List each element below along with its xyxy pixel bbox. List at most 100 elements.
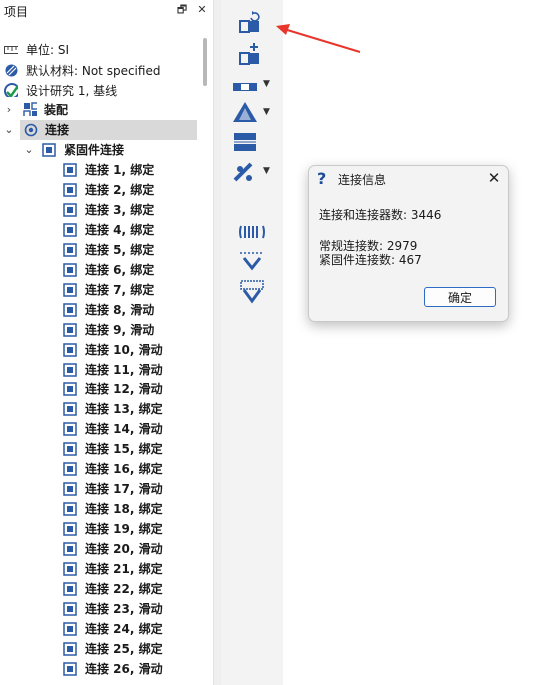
- connection-list-item[interactable]: 连接 12, 滑动: [0, 379, 200, 399]
- fastener-connections-text: 紧固件连接数: 467: [319, 253, 422, 267]
- connection-info-dialog: ? 连接信息 ✕ 连接和连接器数: 3446 常规连接数: 2979 紧固件连接…: [308, 165, 509, 322]
- connection-list-item[interactable]: 连接 8, 滑动: [0, 300, 200, 320]
- beam-connector-icon[interactable]: [231, 75, 259, 99]
- refresh-connections-icon[interactable]: [238, 10, 266, 34]
- connection-list-item[interactable]: 连接 26, 滑动: [0, 659, 200, 679]
- fastener-icon: [63, 163, 77, 177]
- weld-connector-icon[interactable]: [231, 100, 259, 124]
- graphics-canvas[interactable]: [283, 0, 539, 685]
- close-icon[interactable]: ✕: [485, 168, 503, 188]
- connection-list-item[interactable]: 连接 15, 绑定: [0, 439, 200, 459]
- connection-list-item[interactable]: 连接 5, 绑定: [0, 240, 200, 260]
- fastener-icon: [63, 342, 77, 357]
- fastener-tool-icon[interactable]: [231, 160, 259, 184]
- connection-item-label: 连接 5, 绑定: [85, 242, 155, 257]
- connection-list-item[interactable]: 连接 20, 滑动: [0, 539, 200, 559]
- fastener-icon: [63, 263, 77, 277]
- connection-list-item[interactable]: 连接 2, 绑定: [0, 180, 200, 200]
- connection-item-label: 连接 1, 绑定: [85, 163, 155, 177]
- connection-list-item[interactable]: 连接 16, 绑定: [0, 459, 200, 479]
- connection-item-label: 连接 20, 滑动: [85, 542, 163, 557]
- close-panel-icon[interactable]: ✕: [194, 2, 210, 18]
- project-tree-panel: 项目 🗗 ✕ 单位: SI 默认材料: Not specified 设计研究 1…: [0, 0, 213, 685]
- tree-item-units[interactable]: 单位: SI: [0, 40, 200, 60]
- connection-item-label: 连接 15, 绑定: [85, 442, 163, 457]
- connection-item-label: 连接 26, 滑动: [85, 661, 163, 676]
- connection-list-item[interactable]: 连接 14, 滑动: [0, 419, 200, 439]
- verify-connections-icon[interactable]: [238, 280, 266, 304]
- fastener-icon: [63, 322, 77, 337]
- connection-item-label: 连接 23, 滑动: [85, 601, 163, 616]
- ruler-icon: [4, 46, 18, 54]
- ok-button[interactable]: 确定: [424, 287, 496, 307]
- tree-item-design-study[interactable]: 设计研究 1, 基线: [0, 81, 200, 101]
- dropdown-arrow-icon[interactable]: ▼: [263, 79, 270, 89]
- spring-icon[interactable]: [238, 220, 266, 244]
- chevron-down-icon[interactable]: ⌄: [23, 140, 35, 160]
- connection-item-label: 连接 13, 绑定: [85, 402, 163, 417]
- connection-item-label: 连接 25, 绑定: [85, 641, 163, 656]
- check-connections-icon[interactable]: [238, 250, 266, 274]
- design-study-icon: [4, 83, 18, 97]
- fastener-icon: [63, 622, 77, 636]
- tree-item-default-material[interactable]: 默认材料: Not specified: [0, 61, 200, 81]
- total-connections-text: 连接和连接器数: 3446: [319, 208, 442, 222]
- connection-item-label: 连接 10, 滑动: [85, 342, 163, 357]
- fastener-icon: [63, 502, 77, 516]
- connection-list-item[interactable]: 连接 24, 绑定: [0, 619, 200, 639]
- connection-list-item[interactable]: 连接 4, 绑定: [0, 220, 200, 240]
- fastener-icon: [63, 382, 77, 397]
- connection-list-item[interactable]: 连接 13, 绑定: [0, 399, 200, 419]
- connection-item-label: 连接 14, 滑动: [85, 422, 163, 437]
- fastener-icon: [63, 462, 77, 476]
- panel-title: 项目: [4, 5, 29, 19]
- connection-list-item[interactable]: 连接 10, 滑动: [0, 340, 200, 360]
- connection-item-label: 连接 21, 绑定: [85, 562, 163, 576]
- fastener-icon: [63, 282, 77, 297]
- connection-list-item[interactable]: 连接 6, 绑定: [0, 260, 200, 280]
- tree-item-connections[interactable]: 连接: [20, 120, 197, 140]
- connection-list-item[interactable]: 连接 7, 绑定: [0, 280, 200, 300]
- connection-list-item[interactable]: 连接 9, 滑动: [0, 320, 200, 340]
- fastener-icon: [63, 522, 77, 536]
- connection-list-item[interactable]: 连接 11, 滑动: [0, 360, 200, 380]
- connection-item-label: 连接 3, 绑定: [85, 202, 155, 217]
- connection-list-item[interactable]: 连接 22, 绑定: [0, 579, 200, 599]
- connection-list-item[interactable]: 连接 19, 绑定: [0, 519, 200, 539]
- fastener-connections-label: 紧固件连接: [64, 143, 125, 157]
- contact-icon[interactable]: [231, 130, 259, 154]
- tree-scrollbar-thumb[interactable]: [203, 38, 207, 86]
- chevron-down-icon[interactable]: ⌄: [3, 120, 15, 140]
- dropdown-arrow-icon[interactable]: ▼: [263, 107, 270, 117]
- assembly-icon: [23, 102, 37, 116]
- connection-list-item[interactable]: 连接 17, 滑动: [0, 479, 200, 499]
- design-study-label: 设计研究 1, 基线: [26, 84, 118, 98]
- material-icon: [5, 64, 18, 77]
- connection-list-item[interactable]: 连接 25, 绑定: [0, 639, 200, 659]
- connection-list-item[interactable]: 连接 21, 绑定: [0, 559, 200, 579]
- vertical-toolbar: ▼ ▼ ▼: [221, 0, 283, 685]
- float-panel-icon[interactable]: 🗗: [174, 2, 190, 18]
- connection-item-label: 连接 11, 滑动: [85, 362, 163, 377]
- connection-item-label: 连接 2, 绑定: [85, 182, 155, 197]
- fastener-icon: [63, 662, 77, 676]
- chevron-right-icon[interactable]: ›: [3, 100, 15, 120]
- fastener-icon: [63, 302, 77, 317]
- fastener-icon: [63, 183, 77, 197]
- question-icon: ?: [317, 169, 327, 188]
- fastener-icon: [63, 422, 77, 437]
- dialog-title: 连接信息: [338, 173, 387, 187]
- connection-item-label: 连接 17, 滑动: [85, 482, 163, 497]
- add-connection-icon[interactable]: [238, 42, 266, 66]
- connection-item-label: 连接 9, 滑动: [85, 322, 155, 337]
- connection-list-item[interactable]: 连接 1, 绑定: [0, 160, 200, 180]
- fastener-icon: [63, 562, 77, 576]
- dropdown-arrow-icon[interactable]: ▼: [263, 166, 270, 176]
- connection-list-item[interactable]: 连接 18, 绑定: [0, 499, 200, 519]
- connection-list-item[interactable]: 连接 23, 滑动: [0, 599, 200, 619]
- connection-item-label: 连接 12, 滑动: [85, 382, 163, 397]
- tree-item-assembly[interactable]: › 装配: [0, 100, 200, 120]
- fastener-icon: [63, 582, 77, 596]
- tree-item-fastener-connections[interactable]: ⌄ 紧固件连接: [20, 140, 200, 160]
- connection-list-item[interactable]: 连接 3, 绑定: [0, 200, 200, 220]
